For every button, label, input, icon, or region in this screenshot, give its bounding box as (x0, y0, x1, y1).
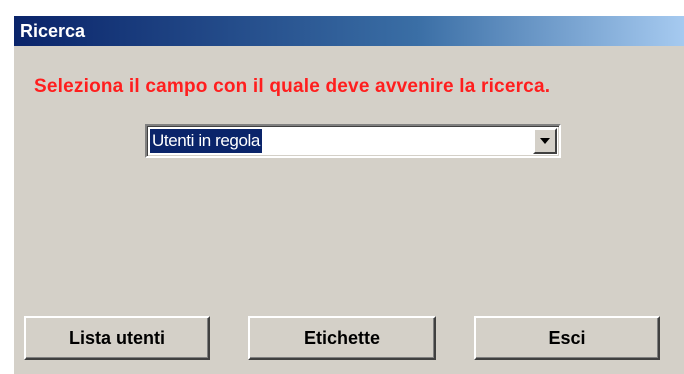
search-field-dropdown[interactable]: Utenti in regola (145, 124, 561, 158)
dropdown-arrow-button[interactable] (533, 128, 557, 154)
window-title: Ricerca (20, 21, 86, 41)
exit-button[interactable]: Esci (474, 316, 660, 360)
labels-button[interactable]: Etichette (248, 316, 436, 360)
search-dialog: Ricerca Seleziona il campo con il quale … (12, 14, 684, 374)
dropdown-selected-value: Utenti in regola (150, 129, 262, 153)
chevron-down-icon (540, 138, 550, 144)
user-list-button[interactable]: Lista utenti (24, 316, 210, 360)
search-instruction: Seleziona il campo con il quale deve avv… (34, 76, 551, 97)
title-bar[interactable]: Ricerca (14, 16, 684, 46)
